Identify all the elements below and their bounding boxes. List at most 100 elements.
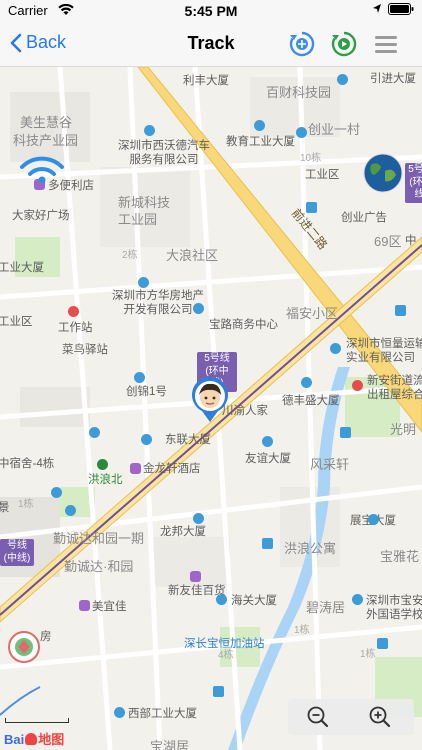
bus-stop-icon[interactable] — [395, 305, 406, 316]
map-label: 东联大厦 — [165, 434, 211, 446]
map-label: 1栋 — [18, 499, 34, 510]
poi-marker[interactable] — [114, 707, 125, 718]
location-arrow-icon — [373, 4, 381, 13]
poi-marker[interactable] — [352, 594, 363, 605]
metro-line-tag: 号线(中线) — [0, 539, 34, 566]
parking-icon[interactable] — [377, 638, 388, 649]
map-label: 海关大厦 — [231, 595, 277, 607]
user-location-marker[interactable] — [190, 377, 230, 423]
poi-marker[interactable] — [193, 303, 204, 314]
map-label: 龙邦大厦 — [160, 526, 206, 538]
map-label: 美宜佳 — [92, 601, 127, 613]
map-label: 中 — [405, 235, 417, 247]
poi-marker[interactable] — [301, 377, 312, 388]
poi-marker[interactable] — [216, 594, 227, 605]
bus-stop-icon[interactable] — [306, 202, 317, 213]
map-label: 宝路商务中心 — [209, 319, 278, 331]
map-label: 工业区 — [305, 169, 340, 181]
map-label: 1栋 — [294, 625, 310, 636]
map-view[interactable]: 前进二路 利丰大厦 引进大厦 百财科技园 美生慧谷 科技产业园 深圳市西沃德汽车… — [0, 67, 422, 750]
map-label: 教育工业大厦 — [226, 136, 295, 148]
poi-marker[interactable] — [296, 127, 307, 138]
poi-marker[interactable] — [330, 343, 341, 354]
page-title: Track — [187, 33, 235, 53]
map-label: 新安街道流 — [367, 375, 422, 387]
police-icon[interactable] — [352, 380, 363, 391]
map-label: 房 — [40, 631, 52, 643]
hotel-icon[interactable] — [130, 463, 141, 474]
map-provider-logo: Bai 地图 — [4, 729, 64, 748]
map-label: 69区 — [374, 234, 402, 249]
reset-track-icon[interactable] — [288, 30, 316, 58]
map-label: 工业园 — [118, 212, 158, 227]
police-icon[interactable] — [68, 306, 79, 317]
map-label: 百财科技园 — [266, 85, 332, 100]
metro-line-tag: 5号线(环中线) — [405, 163, 422, 203]
metro-station-icon[interactable] — [97, 459, 108, 470]
map-label: 1栋 — [360, 649, 376, 660]
map-label: 福安小区 — [286, 306, 339, 321]
metro-exit-icon[interactable] — [141, 434, 152, 445]
poi-marker[interactable] — [262, 436, 273, 447]
map-label: 2栋 — [122, 250, 138, 261]
map-label: 深圳市宝安 — [366, 595, 422, 607]
poi-marker[interactable] — [368, 514, 379, 525]
map-label: 工业大厦 — [0, 262, 44, 274]
start-point-marker[interactable] — [8, 631, 40, 665]
map-label: 10栋 — [300, 153, 322, 164]
shop-icon[interactable] — [79, 600, 90, 611]
map-label: 新城科技 — [118, 195, 171, 210]
poi-marker[interactable] — [144, 125, 155, 136]
shop-icon[interactable] — [190, 571, 201, 582]
parking-icon[interactable] — [213, 686, 224, 697]
metro-exit-icon[interactable] — [65, 505, 76, 516]
map-label: 德丰盛大厦 — [282, 395, 340, 407]
parking-icon[interactable] — [262, 538, 273, 549]
map-label: 碧涛居 — [306, 600, 346, 615]
parking-icon[interactable] — [340, 427, 351, 438]
map-label: 洪浪公寓 — [284, 541, 337, 556]
map-label: 风采轩 — [310, 457, 350, 472]
map-label: 洪浪北 — [88, 474, 123, 486]
map-label: 菜鸟驿站 — [62, 344, 108, 356]
metro-exit-icon[interactable] — [89, 427, 100, 438]
map-label: 工作站 — [58, 322, 93, 334]
map-label: 4栋 — [218, 650, 234, 661]
zoom-in-button[interactable] — [358, 699, 402, 735]
clock: 5:45 PM — [184, 3, 238, 19]
map-label: 引进大厦 — [370, 73, 416, 85]
refresh-location-icon[interactable] — [330, 30, 358, 58]
map-label: 美生慧谷 — [20, 115, 73, 130]
map-label: 深圳市西沃德汽车 — [118, 140, 210, 152]
map-label: 深圳市恒量运输 — [346, 338, 422, 350]
poi-marker[interactable] — [193, 513, 204, 524]
zoom-out-icon — [307, 706, 329, 728]
poi-marker[interactable] — [138, 277, 149, 288]
battery-icon — [388, 3, 414, 15]
map-label: 利丰大厦 — [183, 75, 229, 87]
map-label: 工业区 — [0, 316, 33, 328]
map-label: 景 — [0, 502, 10, 514]
map-label: 外国语学校 — [366, 609, 422, 621]
map-label: 勤诚达·和园 — [64, 559, 134, 574]
map-label: 实业有限公司 — [346, 352, 415, 364]
wifi-signal-icon — [20, 156, 64, 184]
map-label: 创业一村 — [308, 122, 361, 137]
zoom-out-button[interactable] — [296, 699, 340, 735]
map-label: 友谊大厦 — [245, 453, 291, 465]
map-label: 光明 — [390, 422, 417, 437]
map-label: 出租屋综合 — [367, 389, 422, 401]
metro-exit-icon[interactable] — [51, 487, 62, 498]
poi-marker[interactable] — [134, 372, 145, 383]
menu-icon[interactable] — [372, 30, 400, 58]
poi-marker[interactable] — [337, 74, 348, 85]
poi-marker[interactable] — [254, 120, 265, 131]
map-label: 中宿舍-4栋 — [0, 458, 55, 470]
map-label: 科技产业园 — [13, 133, 79, 148]
map-label: 宝湖居 — [150, 739, 190, 750]
zoom-in-icon — [369, 706, 391, 728]
map-label: 大家好广场 — [12, 210, 70, 222]
map-label: 勤诚达和园一期 — [53, 531, 145, 546]
navigation-bar: Back Track — [0, 22, 422, 67]
globe-marker-icon[interactable] — [363, 153, 403, 193]
